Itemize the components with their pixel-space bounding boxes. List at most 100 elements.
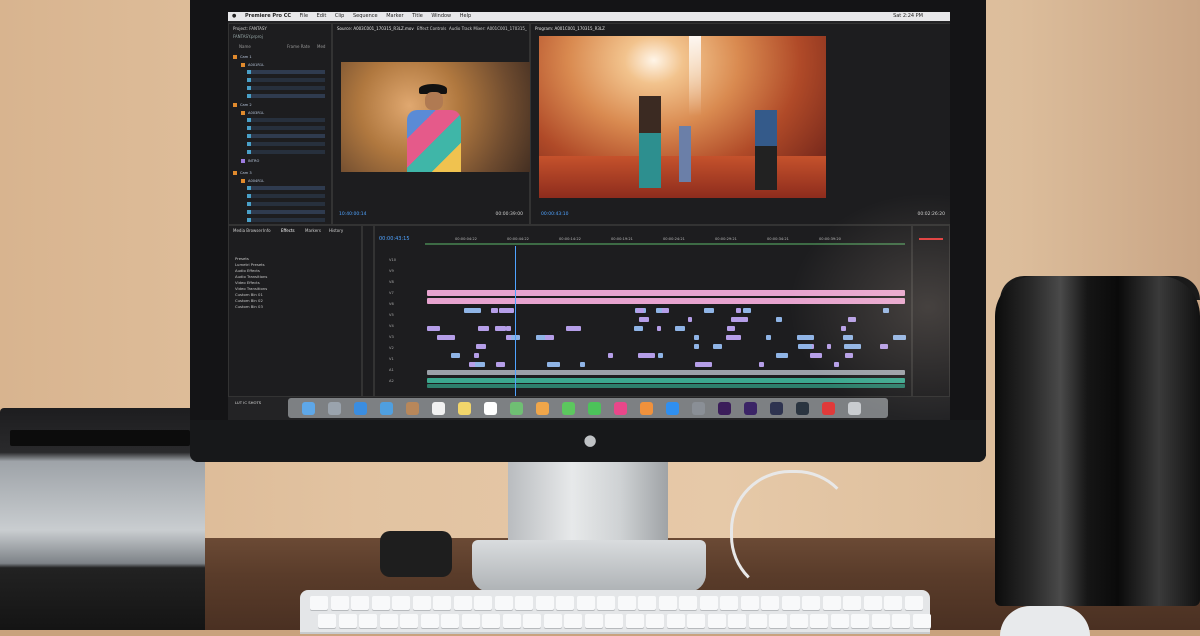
timeline-clip[interactable] (450, 353, 460, 358)
timeline-clip[interactable] (638, 317, 649, 322)
bin-a003r1l[interactable]: A003R1L (241, 110, 335, 116)
source-tab[interactable]: Source: A003C001_170315_R3LZ.mov (337, 26, 414, 31)
timeline-clip[interactable] (725, 335, 742, 340)
safari-icon[interactable] (354, 402, 367, 415)
track-label[interactable]: V2 (389, 346, 394, 350)
fx-presets[interactable]: Presets (235, 256, 249, 261)
effect-controls-tab[interactable]: Effect Controls (417, 26, 446, 31)
col-name[interactable]: Name (239, 44, 251, 49)
project-clip-row[interactable] (247, 194, 325, 198)
fx-custom-bin-01[interactable]: Custom Bin 01 (235, 292, 263, 297)
timeline-clip[interactable] (496, 362, 505, 367)
bin-intro[interactable]: INTRO (241, 158, 335, 164)
timeline-clip[interactable] (464, 308, 482, 313)
maps-icon[interactable] (510, 402, 523, 415)
audio-mixer-tab[interactable]: Audio Track Mixer: A001C001_170315_R3LZ (449, 26, 527, 31)
fx-video-transitions[interactable]: Video Transitions (235, 286, 267, 291)
timeline-clip[interactable] (607, 353, 613, 358)
timeline-clip[interactable] (506, 326, 511, 331)
project-clip-row[interactable] (247, 78, 325, 82)
finder-icon[interactable] (302, 402, 315, 415)
timeline-clip[interactable] (766, 335, 771, 340)
track-label[interactable]: V7 (389, 291, 394, 295)
ibooks-icon[interactable] (640, 402, 653, 415)
timeline-clip[interactable] (495, 326, 507, 331)
fx-custom-bin-02[interactable]: Custom Bin 02 (235, 298, 263, 303)
project-clip-row[interactable] (247, 118, 325, 122)
track-label[interactable]: V4 (389, 324, 394, 328)
premiere-icon[interactable] (718, 402, 731, 415)
bin-cam-2[interactable]: Cam 2 (233, 102, 327, 108)
track-label[interactable]: V8 (389, 280, 394, 284)
track-label[interactable]: V10 (389, 258, 396, 262)
project-clip-row[interactable] (247, 218, 325, 222)
messages-icon[interactable] (562, 402, 575, 415)
bin-a004r1l[interactable]: A004R1L (241, 178, 335, 184)
timeline-clip[interactable] (490, 308, 499, 313)
timeline-clip[interactable] (437, 335, 455, 340)
timeline-clip[interactable] (759, 362, 764, 367)
clock[interactable]: Sat 2:24 PM (893, 12, 923, 21)
track-label[interactable]: A1 (389, 368, 394, 372)
timeline-timecode[interactable]: 00:00:43:15 (379, 236, 410, 242)
timeline-clip[interactable] (499, 308, 514, 313)
tab-history[interactable]: History (329, 228, 343, 233)
timeline-clip[interactable] (656, 308, 663, 313)
menu-edit[interactable]: Edit (317, 13, 327, 19)
timeline-clip[interactable] (544, 335, 555, 340)
app-name[interactable]: Premiere Pro CC (245, 13, 291, 19)
fx-video-effects[interactable]: Video Effects (235, 280, 260, 285)
timeline-clip[interactable] (644, 353, 651, 358)
facetime-icon[interactable] (588, 402, 601, 415)
menu-marker[interactable]: Marker (386, 13, 403, 19)
mail-icon[interactable] (380, 402, 393, 415)
timeline-clip[interactable] (694, 335, 700, 340)
menu-title[interactable]: Title (412, 13, 423, 19)
menu-window[interactable]: Window (431, 13, 451, 19)
track-label[interactable]: V1 (389, 357, 394, 361)
notes-icon[interactable] (458, 402, 471, 415)
timeline-clip[interactable] (735, 308, 742, 313)
tab-info[interactable]: Info (263, 228, 271, 233)
speedgrade-icon[interactable] (770, 402, 783, 415)
track-label[interactable]: V6 (389, 302, 394, 306)
timeline-clip[interactable] (427, 326, 441, 331)
timeline-clip[interactable] (474, 362, 485, 367)
timeline-clip[interactable] (657, 353, 664, 358)
timeline-clip[interactable] (636, 308, 644, 313)
apple-menu-icon[interactable]: ● (232, 13, 236, 19)
timeline-clip[interactable] (656, 326, 662, 331)
tab-media-browser[interactable]: Media Browser (233, 228, 263, 233)
project-clip-row[interactable] (247, 210, 325, 214)
app-store-icon[interactable] (666, 402, 679, 415)
project-clip-row[interactable] (247, 142, 325, 146)
project-clip-row[interactable] (247, 86, 325, 90)
menu-help[interactable]: Help (460, 13, 471, 19)
menu-sequence[interactable]: Sequence (353, 13, 378, 19)
project-clip-row[interactable] (247, 134, 325, 138)
project-clip-row[interactable] (247, 94, 325, 98)
calendar-icon[interactable] (432, 402, 445, 415)
timeline-clip[interactable] (693, 344, 700, 349)
timeline-clip[interactable] (476, 344, 486, 349)
itunes-icon[interactable] (614, 402, 627, 415)
bin-cam-3[interactable]: Cam 3 (233, 170, 327, 176)
bin-a001r1l[interactable]: A001R1L (241, 62, 335, 68)
photos-icon[interactable] (536, 402, 549, 415)
timeline-clip[interactable] (547, 362, 560, 367)
project-clip-row[interactable] (247, 150, 325, 154)
timeline-clip[interactable] (580, 362, 585, 367)
project-clip-row[interactable] (247, 186, 325, 190)
timeline-clip[interactable] (713, 344, 722, 349)
timeline-clip[interactable] (633, 326, 643, 331)
track-label[interactable]: V5 (389, 313, 394, 317)
fx-lumetri-presets[interactable]: Lumetri Presets (235, 262, 265, 267)
timeline-clip[interactable] (742, 308, 751, 313)
tab-effects[interactable]: Effects (281, 228, 295, 233)
timeline-clip[interactable] (473, 353, 479, 358)
track-label[interactable]: V3 (389, 335, 394, 339)
timeline-clip[interactable] (687, 317, 692, 322)
track-label[interactable]: A2 (389, 379, 394, 383)
program-tab[interactable]: Program: A001C001_170315_R3LZ (535, 26, 605, 31)
fx-audio-effects[interactable]: Audio Effects (235, 268, 260, 273)
